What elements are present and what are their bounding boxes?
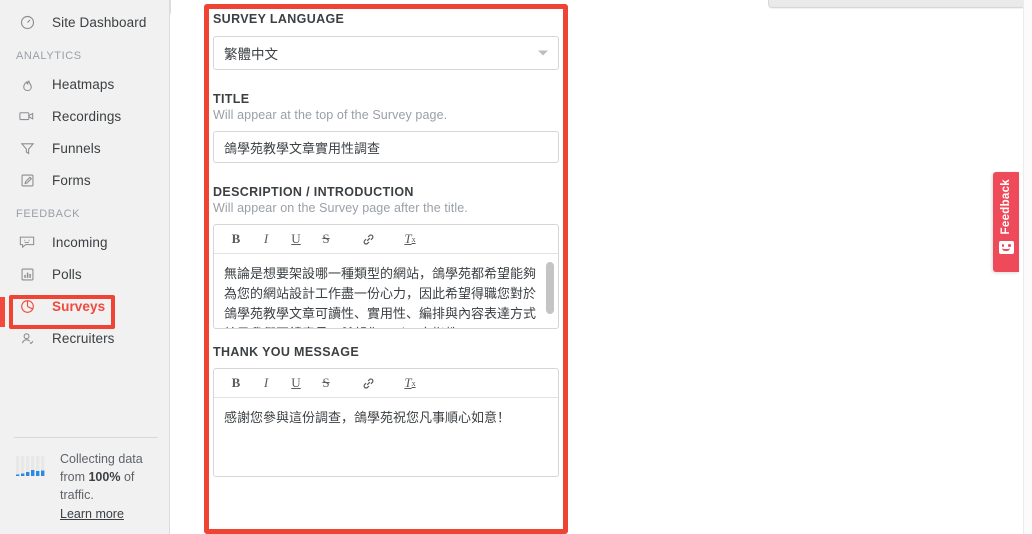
collecting-line3: traffic. — [60, 488, 94, 502]
main-content: SURVEY LANGUAGE 繁體中文 TITLE Will appear a… — [171, 0, 1032, 534]
sidebar-divider — [14, 437, 158, 438]
survey-language-label: SURVEY LANGUAGE — [213, 12, 345, 26]
link-icon[interactable] — [358, 373, 378, 393]
smiley-mouth — [1002, 248, 1010, 252]
remove-format-glyph: T — [404, 375, 412, 390]
thank-you-value: 感謝您參與這份調查，鴿學苑祝您凡事順心如意！ — [224, 410, 511, 425]
title-input-value: 鴿學苑教學文章實用性調查 — [224, 140, 381, 156]
smiley-icon — [998, 241, 1014, 255]
smiley-box-icon — [16, 232, 38, 252]
description-label: DESCRIPTION / INTRODUCTION — [213, 185, 414, 199]
thank-you-editor-toolbar: B I U S Tx — [214, 369, 558, 398]
flame-icon — [16, 74, 38, 94]
description-editor-toolbar: B I U S Tx — [214, 225, 558, 254]
sidebar-item-label: Site Dashboard — [52, 14, 147, 30]
sidebar-section-analytics-heading: ANALYTICS — [16, 50, 82, 62]
video-camera-icon — [16, 106, 38, 126]
collecting-percent: 100% — [88, 470, 121, 484]
gauge-icon — [16, 12, 38, 32]
sidebar-item-site-dashboard[interactable]: Site Dashboard — [0, 6, 169, 38]
sidebar-item-label: Incoming — [52, 234, 108, 250]
sidebar-item-heatmaps[interactable]: Heatmaps — [0, 68, 169, 100]
bold-icon[interactable]: B — [226, 373, 246, 393]
link-icon[interactable] — [358, 229, 378, 249]
italic-icon[interactable]: I — [256, 229, 276, 249]
top-panel-partial — [768, 0, 1032, 8]
remove-format-glyph: T — [404, 231, 412, 246]
sidebar-item-polls[interactable]: Polls — [0, 258, 169, 290]
collecting-from: from — [60, 470, 89, 484]
description-editor: B I U S Tx 無論是想要架設哪一種類型的網站，鴿學苑都希望能夠為您的網站… — [213, 224, 559, 329]
description-scrollbar-thumb[interactable] — [546, 262, 554, 314]
person-check-icon — [16, 328, 38, 348]
collecting-of: of — [120, 470, 135, 484]
sidebar-item-label: Heatmaps — [52, 76, 115, 92]
collecting-line1: Collecting data — [60, 452, 143, 466]
pie-chart-icon — [16, 296, 38, 316]
sidebar-section-feedback-heading: FEEDBACK — [16, 208, 81, 220]
feedback-tab-label: Feedback — [1000, 179, 1012, 235]
sidebar-item-label: Recordings — [52, 108, 122, 124]
sidebar-item-label: Polls — [52, 266, 82, 282]
active-item-indicator — [0, 297, 5, 327]
bar-chart-icon — [16, 264, 38, 284]
sidebar-item-label: Recruiters — [52, 330, 115, 346]
strikethrough-icon[interactable]: S — [316, 373, 336, 393]
description-help-text: Will appear on the Survey page after the… — [213, 201, 468, 215]
bold-icon[interactable]: B — [226, 229, 246, 249]
underline-icon[interactable]: U — [286, 229, 306, 249]
thank-you-label: THANK YOU MESSAGE — [213, 345, 360, 359]
description-value: 無論是想要架設哪一種類型的網站，鴿學苑都希望能夠為您的網站設計工作盡一份心力，因… — [224, 266, 537, 328]
underline-icon[interactable]: U — [286, 373, 306, 393]
survey-language-select[interactable]: 繁體中文 — [213, 36, 559, 70]
italic-icon[interactable]: I — [256, 373, 276, 393]
description-scrollbar-track[interactable] — [546, 256, 556, 326]
feedback-tab-button[interactable]: Feedback — [993, 172, 1019, 272]
sidebar-item-funnels[interactable]: Funnels — [0, 132, 169, 164]
sidebar-item-label: Funnels — [52, 140, 101, 156]
sidebar-item-incoming[interactable]: Incoming — [0, 226, 169, 258]
sparkline-icon — [14, 452, 50, 482]
sidebar-item-label: Surveys — [52, 298, 106, 314]
title-help-text: Will appear at the top of the Survey pag… — [213, 108, 448, 122]
thank-you-textarea[interactable]: 感謝您參與這份調查，鴿學苑祝您凡事順心如意！ — [214, 398, 558, 476]
survey-settings-form: SURVEY LANGUAGE 繁體中文 TITLE Will appear a… — [212, 12, 560, 477]
survey-language-value: 繁體中文 — [224, 47, 278, 62]
learn-more-link[interactable]: Learn more — [60, 505, 124, 523]
remove-format-icon[interactable]: Tx — [400, 229, 420, 249]
chevron-down-icon — [538, 50, 548, 56]
strikethrough-icon[interactable]: S — [316, 229, 336, 249]
app-root: Site Dashboard ANALYTICS Heatmaps Record… — [0, 0, 1032, 534]
title-input[interactable]: 鴿學苑教學文章實用性調查 — [213, 131, 559, 163]
pencil-square-icon — [16, 170, 38, 190]
thank-you-editor: B I U S Tx 感謝您參與這份調查，鴿學苑祝您凡事順心如意！ — [213, 368, 559, 477]
funnel-icon — [16, 138, 38, 158]
description-textarea[interactable]: 無論是想要架設哪一種類型的網站，鴿學苑都希望能夠為您的網站設計工作盡一份心力，因… — [214, 254, 558, 328]
sidebar-item-forms[interactable]: Forms — [0, 164, 169, 196]
collecting-data-panel: Collecting data from 100% of traffic. Le… — [14, 450, 164, 523]
sidebar: Site Dashboard ANALYTICS Heatmaps Record… — [0, 0, 194, 534]
page-scrollbar[interactable] — [1023, 0, 1032, 534]
sidebar-item-surveys[interactable]: Surveys — [0, 290, 169, 322]
remove-format-icon[interactable]: Tx — [400, 373, 420, 393]
title-label: TITLE — [213, 92, 250, 106]
sidebar-item-label: Forms — [52, 172, 91, 188]
sidebar-item-recordings[interactable]: Recordings — [0, 100, 169, 132]
collecting-data-text: Collecting data from 100% of traffic. Le… — [60, 450, 164, 523]
sidebar-item-recruiters[interactable]: Recruiters — [0, 322, 169, 354]
